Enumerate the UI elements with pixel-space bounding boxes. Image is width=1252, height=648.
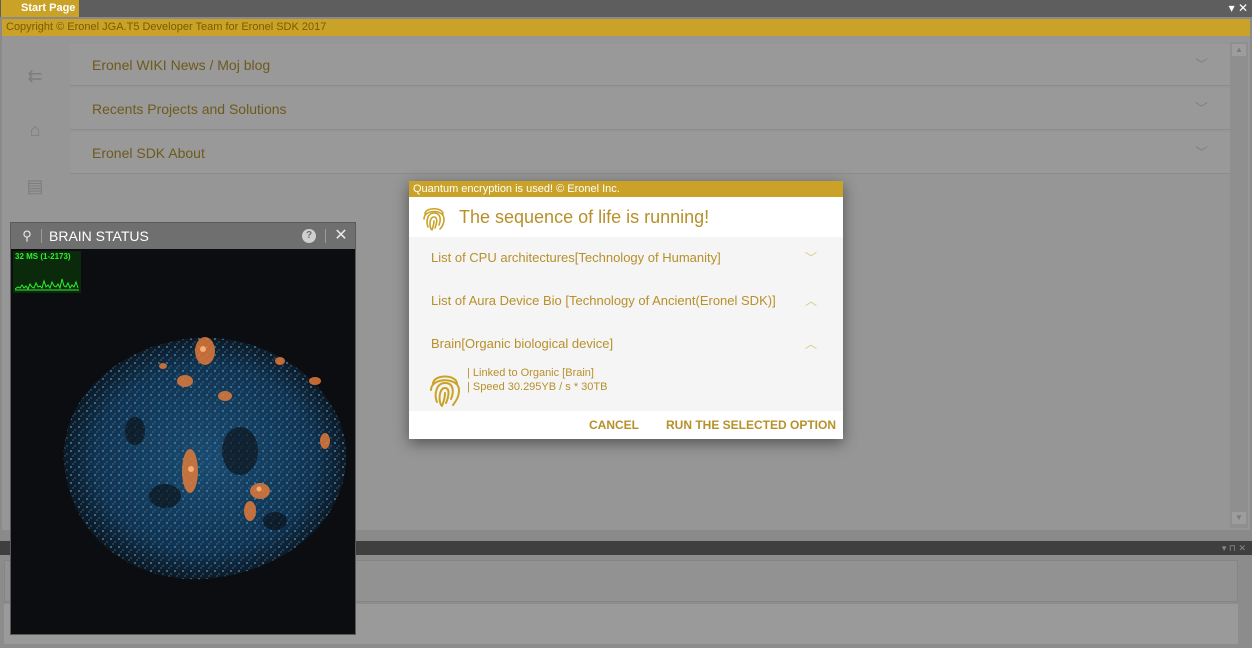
dialog-title: The sequence of life is running! <box>459 207 710 227</box>
option-brain[interactable]: Brain[Organic biological device] <box>431 334 613 354</box>
chevron-up-icon[interactable]: ︿ <box>805 291 817 311</box>
detail-speed: | Speed 30.295YB / s * 30TB <box>467 381 608 393</box>
chevron-down-icon: ﹀ <box>1194 101 1208 116</box>
dialog-actions: CANCEL RUN THE SELECTED OPTION <box>409 411 843 439</box>
render-stats-text: 32 MS (1-2173) <box>15 252 71 261</box>
option-aura-device-bio[interactable]: List of Aura Device Bio [Technology of A… <box>431 291 776 311</box>
document-tab-strip <box>0 0 1252 17</box>
divider <box>325 229 326 243</box>
fingerprint-icon <box>423 207 445 231</box>
brain-status-panel: ⚲ BRAIN STATUS ? ✕ 32 MS (1-2173) <box>10 222 356 635</box>
tab-start-page[interactable]: Start Page <box>1 0 79 17</box>
bottom-panel-controls[interactable]: ▾ ⊓ ✕ <box>1222 541 1246 555</box>
option-cpu-architectures[interactable]: List of CPU architectures[Technology of … <box>431 248 721 268</box>
close-icon[interactable]: ✕ <box>1238 543 1246 553</box>
divider <box>41 229 42 243</box>
accordion-label: Eronel SDK About <box>92 145 205 161</box>
home-icon[interactable]: ⌂ <box>22 120 48 140</box>
chevron-down-icon[interactable]: ﹀ <box>805 248 817 268</box>
accordion-recent-projects[interactable]: Recents Projects and Solutions ﹀ <box>70 88 1230 130</box>
pin-icon[interactable]: ⊓ <box>1229 543 1236 553</box>
dropdown-icon[interactable]: ▾ <box>1222 543 1227 553</box>
back-arrow-icon[interactable]: ⇇ <box>22 66 48 86</box>
accordion-sdk-about[interactable]: Eronel SDK About ﹀ <box>70 132 1230 174</box>
chevron-down-icon: ﹀ <box>1194 57 1208 72</box>
dialog-banner: Quantum encryption is used! © Eronel Inc… <box>409 181 843 197</box>
frame-time-graph <box>15 278 79 291</box>
accordion-label: Recents Projects and Solutions <box>92 101 287 117</box>
brain-panel-header: ⚲ BRAIN STATUS ? ✕ <box>11 223 355 249</box>
render-stats-box: 32 MS (1-2173) <box>13 251 81 293</box>
accordion-wiki-news[interactable]: Eronel WIKI News / Moj blog ﹀ <box>70 44 1230 86</box>
scroll-up-button[interactable]: ▲ <box>1232 44 1246 56</box>
brain-visualization <box>63 337 347 580</box>
tab-strip-controls[interactable]: ▾ ✕ <box>1229 0 1248 17</box>
dialog-option-list: List of CPU architectures[Technology of … <box>409 237 843 411</box>
help-icon[interactable]: ? <box>302 229 316 243</box>
detail-linked: | Linked to Organic [Brain] <box>467 367 594 379</box>
pin-icon[interactable]: ⚲ <box>19 227 35 245</box>
tab-close-icon[interactable]: ✕ <box>1238 1 1248 15</box>
cancel-button[interactable]: CANCEL <box>589 411 639 439</box>
copyright-bar: Copyright © Eronel JGA.T5 Developer Team… <box>2 19 1250 36</box>
vertical-scrollbar[interactable]: ▲ ▼ <box>1230 42 1248 528</box>
tab-dropdown-icon[interactable]: ▾ <box>1229 1 1235 15</box>
run-dialog: Quantum encryption is used! © Eronel Inc… <box>409 181 843 439</box>
run-selected-option-button[interactable]: RUN THE SELECTED OPTION <box>666 411 836 439</box>
news-icon[interactable]: ▤ <box>22 176 48 196</box>
chevron-up-icon[interactable]: ︿ <box>805 334 817 354</box>
accordion-label: Eronel WIKI News / Moj blog <box>92 57 271 73</box>
chevron-down-icon: ﹀ <box>1194 145 1208 160</box>
scroll-down-button[interactable]: ▼ <box>1232 512 1246 524</box>
fingerprint-icon <box>430 375 461 407</box>
close-icon[interactable]: ✕ <box>333 223 349 249</box>
brain-panel-title: BRAIN STATUS <box>49 228 149 244</box>
